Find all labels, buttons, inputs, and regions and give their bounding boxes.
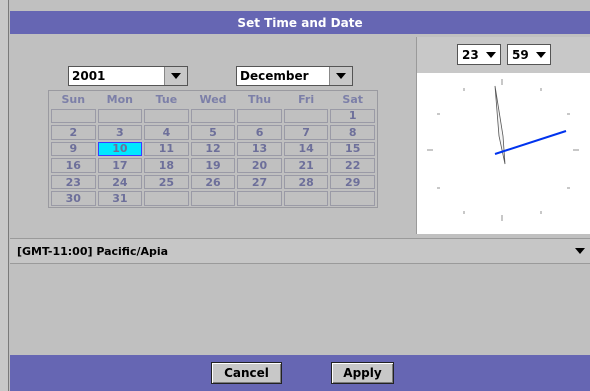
day-cell[interactable]: 22 [330,158,375,173]
empty-day-cell [144,108,189,124]
timezone-dropdown-button[interactable] [570,248,590,254]
weekday-header: Tue [144,92,189,107]
weekday-header: Sun [51,92,96,107]
clock-face-icon [427,79,579,221]
chevron-down-icon [536,51,546,58]
day-cell[interactable]: 20 [237,158,282,173]
minute-combobox[interactable]: 59 [507,44,551,65]
day-cell[interactable]: 5 [190,125,236,140]
weekday-header: Fri [283,92,329,107]
empty-day-cell [51,108,96,124]
dialog-title: Set Time and Date [10,11,590,34]
year-dropdown-button[interactable] [164,67,187,85]
day-cell[interactable]: 29 [330,174,375,190]
month-dropdown-button[interactable] [329,67,352,85]
empty-day-cell [330,191,375,206]
day-cell[interactable]: 15 [330,141,375,157]
minute-value: 59 [512,47,529,62]
cancel-button[interactable]: Cancel [211,362,282,384]
day-cell[interactable]: 6 [237,125,282,140]
chevron-down-icon [171,73,181,79]
day-cell[interactable]: 30 [51,191,96,206]
hour-value: 23 [462,47,479,62]
selected-day-cell[interactable]: 10 [97,141,143,157]
day-cell[interactable]: 3 [97,125,143,140]
day-cell[interactable]: 16 [51,158,96,173]
day-cell[interactable]: 19 [190,158,236,173]
year-value: 2001 [72,69,106,83]
month-combobox[interactable]: December [236,66,353,86]
year-combobox[interactable]: 2001 [68,66,188,86]
day-cell[interactable]: 2 [51,125,96,140]
day-cell[interactable]: 27 [237,174,282,190]
day-cell[interactable]: 25 [144,174,189,190]
day-cell[interactable]: 31 [97,191,143,206]
day-cell[interactable]: 9 [51,141,96,157]
day-cell[interactable]: 8 [330,125,375,140]
empty-day-cell [283,108,329,124]
empty-day-cell [190,191,236,206]
day-cell[interactable]: 17 [97,158,143,173]
day-cell[interactable]: 14 [283,141,329,157]
hour-dropdown-button[interactable] [482,51,500,58]
hour-combobox[interactable]: 23 [457,44,501,65]
weekday-header: Mon [97,92,143,107]
day-cell[interactable]: 13 [237,141,282,157]
chevron-down-icon [575,248,585,254]
empty-day-cell [237,191,282,206]
empty-day-cell [237,108,282,124]
day-cell[interactable]: 18 [144,158,189,173]
day-cell[interactable]: 26 [190,174,236,190]
window-left-edge [0,0,9,391]
button-bar [10,355,590,391]
weekday-header: Sat [330,92,375,107]
day-cell[interactable]: 21 [283,158,329,173]
day-cell[interactable]: 12 [190,141,236,157]
empty-day-cell [190,108,236,124]
day-cell[interactable]: 24 [97,174,143,190]
day-cell[interactable]: 7 [283,125,329,140]
day-cell[interactable]: 4 [144,125,189,140]
weekday-header: Thu [237,92,282,107]
day-cell[interactable]: 28 [283,174,329,190]
month-value: December [240,69,309,83]
calendar-grid: Sun Mon Tue Wed Thu Fri Sat 1 2 3 4 5 6 7 8 9 10 11 12 13 14… [48,90,378,208]
time-selector-bar: 23 59 [416,37,590,73]
chevron-down-icon [336,73,346,79]
day-cell[interactable]: 1 [330,108,375,124]
timezone-combobox[interactable]: [GMT-11:00] Pacific/Apia [10,238,590,264]
chevron-down-icon [486,51,496,58]
minute-hand [494,130,567,155]
weekday-header: Wed [190,92,236,107]
analog-clock [416,73,590,234]
empty-day-cell [144,191,189,206]
day-cell[interactable]: 23 [51,174,96,190]
day-cell[interactable]: 11 [144,141,189,157]
minute-dropdown-button[interactable] [532,51,550,58]
empty-day-cell [283,191,329,206]
timezone-value: [GMT-11:00] Pacific/Apia [17,244,169,258]
empty-day-cell [97,108,143,124]
apply-button[interactable]: Apply [331,362,394,384]
